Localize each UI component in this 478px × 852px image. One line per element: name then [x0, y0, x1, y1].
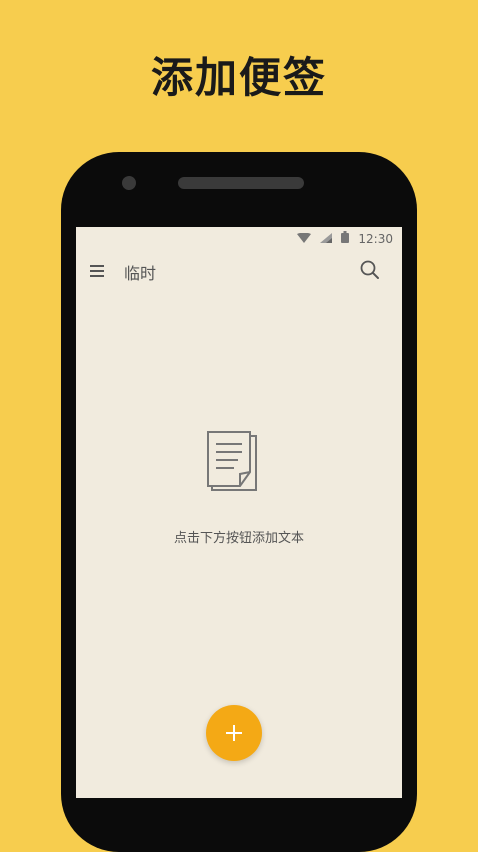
front-camera — [122, 176, 136, 190]
earpiece-speaker — [178, 177, 304, 189]
search-icon[interactable] — [360, 260, 380, 280]
status-time: 12:30 — [358, 231, 393, 246]
app-screen: 12:30 临时 点击下方按钮添加文本 — [76, 227, 402, 798]
add-note-button[interactable] — [206, 705, 262, 761]
page-title: 临时 — [124, 264, 157, 283]
wifi-icon — [297, 232, 312, 246]
status-icons: 12:30 — [297, 231, 393, 246]
promo-headline: 添加便签 — [150, 53, 327, 102]
menu-icon[interactable] — [90, 263, 104, 277]
battery-icon — [341, 231, 350, 246]
status-bar: 12:30 — [76, 227, 402, 249]
app-bar: 临时 — [76, 249, 402, 293]
empty-state-message: 点击下方按钮添加文本 — [173, 531, 304, 546]
plus-icon — [226, 725, 242, 741]
document-icon — [204, 430, 262, 496]
signal-icon — [320, 232, 333, 246]
